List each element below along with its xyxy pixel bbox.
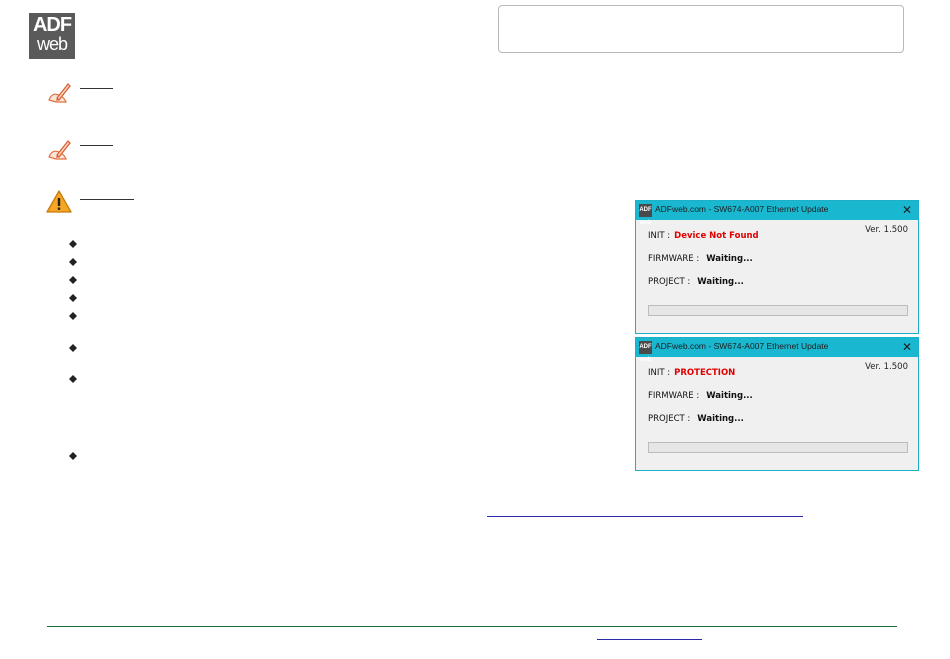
dialog-title: ADFweb.com - SW674-A007 Ethernet Update — [655, 341, 829, 351]
adfweb-logo: ADF web — [29, 13, 75, 59]
warning-heading-rule — [80, 199, 134, 200]
note-heading-rule — [80, 88, 113, 89]
init-status-value: Device Not Found — [674, 231, 759, 241]
footer-hyperlink[interactable] — [597, 639, 702, 640]
init-label: INIT : — [648, 368, 671, 378]
adfweb-app-icon: ADF web — [639, 341, 652, 363]
progress-bar — [648, 305, 908, 316]
firmware-status-value: Waiting... — [706, 254, 753, 264]
diamond-bullet-icon — [69, 344, 77, 352]
firmware-row: FIRMWARE : Waiting... — [648, 254, 753, 264]
project-status-value: Waiting... — [697, 414, 744, 424]
init-row: INIT : Device Not Found — [648, 231, 759, 241]
firmware-row: FIRMWARE : Waiting... — [648, 391, 753, 401]
note-heading-rule — [80, 145, 113, 146]
warning-triangle-icon — [45, 189, 73, 215]
version-label: Ver. 1.500 — [865, 225, 908, 235]
close-icon[interactable]: ✕ — [900, 202, 914, 218]
diamond-bullet-icon — [69, 375, 77, 383]
project-row: PROJECT : Waiting... — [648, 277, 744, 287]
diamond-bullet-icon — [69, 276, 77, 284]
document-header-box — [498, 5, 904, 53]
firmware-label: FIRMWARE : — [648, 391, 700, 401]
project-label: PROJECT : — [648, 277, 691, 287]
pencil-note-icon — [46, 80, 72, 106]
dialog-title: ADFweb.com - SW674-A007 Ethernet Update — [655, 204, 829, 214]
init-row: INIT : PROTECTION — [648, 368, 735, 378]
init-label: INIT : — [648, 231, 671, 241]
progress-bar — [648, 442, 908, 453]
diamond-bullet-icon — [69, 258, 77, 266]
diamond-bullet-icon — [69, 294, 77, 302]
project-status-value: Waiting... — [697, 277, 744, 287]
project-row: PROJECT : Waiting... — [648, 414, 744, 424]
dialog-titlebar[interactable]: ADF web ADFweb.com - SW674-A007 Ethernet… — [636, 201, 918, 226]
adfweb-app-icon: ADF web — [639, 204, 652, 226]
footer-rule — [47, 626, 897, 627]
pencil-note-icon — [46, 137, 72, 163]
firmware-status-value: Waiting... — [706, 391, 753, 401]
logo-text-bottom: web — [36, 34, 68, 54]
update-dialog-protection: ADF web ADFweb.com - SW674-A007 Ethernet… — [635, 337, 919, 471]
firmware-label: FIRMWARE : — [648, 254, 700, 264]
project-label: PROJECT : — [648, 414, 691, 424]
dialog-titlebar[interactable]: ADF web ADFweb.com - SW674-A007 Ethernet… — [636, 338, 918, 363]
hyperlink[interactable] — [487, 516, 803, 517]
update-dialog-device-not-found: ADF web ADFweb.com - SW674-A007 Ethernet… — [635, 200, 919, 334]
diamond-bullet-icon — [69, 452, 77, 460]
diamond-bullet-icon — [69, 240, 77, 248]
version-label: Ver. 1.500 — [865, 362, 908, 372]
init-status-value: PROTECTION — [674, 368, 736, 378]
diamond-bullet-icon — [69, 312, 77, 320]
close-icon[interactable]: ✕ — [900, 339, 914, 355]
